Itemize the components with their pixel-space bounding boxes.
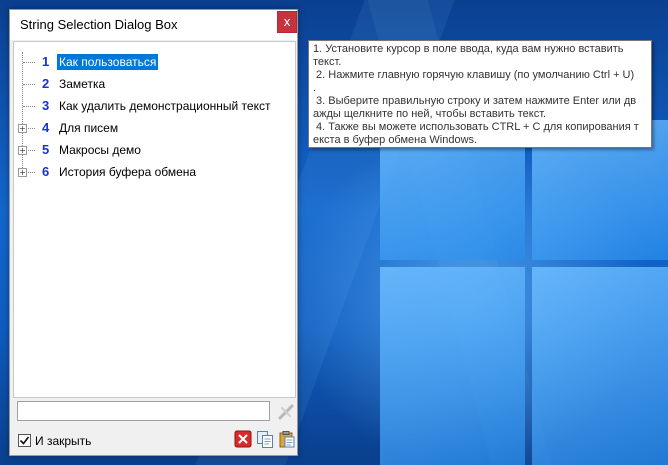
tree-item[interactable]: 3 Как удалить демонстрационный текст — [14, 96, 294, 116]
filter-input[interactable] — [17, 401, 270, 421]
tree-item-number: 3 — [42, 98, 50, 113]
string-tree[interactable]: 1 Как пользоваться 2 Заметка 3 Как удалить де… — [13, 41, 296, 398]
tree-item[interactable]: +4 Для писем — [14, 118, 294, 138]
help-tooltip: 1. Установите курсор в поле ввода, куда … — [308, 40, 652, 148]
tree-connector — [23, 84, 35, 85]
tooltip-line: . — [313, 82, 317, 94]
tree-item[interactable]: 1 Как пользоваться — [14, 52, 294, 72]
tree-item[interactable]: +5 Макросы демо — [14, 140, 294, 160]
tooltip-line: 4. Также вы можете использовать CTRL + C… — [313, 121, 639, 133]
tooltip-line: ажды щелкните по ней, чтобы вставить тек… — [313, 108, 547, 120]
delete-icon[interactable] — [234, 430, 252, 448]
tooltip-line: 2. Нажмите главную горячую клавишу (по у… — [313, 69, 635, 81]
tooltip-line: текст. — [313, 56, 342, 68]
tree-item-number: 2 — [42, 76, 50, 91]
tree-connector — [23, 106, 35, 107]
tree-item-label: Как пользоваться — [57, 54, 159, 70]
tree-item[interactable]: +6 История буфера обмена — [14, 162, 294, 182]
tree-item-number: 5 — [42, 142, 50, 157]
tooltip-line: 3. Выберите правильную строку и затем на… — [313, 95, 637, 107]
tree-item-label: Как удалить демонстрационный текст — [59, 99, 271, 113]
tree-connector — [23, 62, 35, 63]
and-close-checkbox[interactable] — [18, 434, 31, 447]
expand-icon[interactable]: + — [18, 124, 27, 133]
dialog-titlebar: String Selection Dialog Box x — [10, 10, 297, 40]
windows-logo — [370, 120, 668, 465]
string-selection-dialog: String Selection Dialog Box x 1 Как польз… — [9, 9, 298, 456]
tree-item-label: Макросы демо — [59, 143, 141, 157]
close-icon: x — [283, 15, 291, 29]
tree-item[interactable]: 2 Заметка — [14, 74, 294, 94]
clear-input-icon[interactable] — [276, 402, 296, 422]
dialog-title: String Selection Dialog Box — [20, 17, 178, 32]
tree-item-label: Заметка — [59, 77, 106, 91]
expand-icon[interactable]: + — [18, 146, 27, 155]
expand-icon[interactable]: + — [18, 168, 27, 177]
tree-item-number: 1 — [42, 54, 50, 69]
tree-item-label: Для писем — [59, 121, 119, 135]
tree-item-number: 4 — [42, 120, 50, 135]
checkmark-icon — [19, 436, 30, 445]
tooltip-line: 1. Установите курсор в поле ввода, куда … — [313, 43, 624, 55]
tree-item-label: История буфера обмена — [59, 165, 197, 179]
paste-icon[interactable] — [278, 430, 296, 448]
tooltip-line: екста в буфер обмена Windows. — [313, 134, 478, 146]
close-button[interactable]: x — [277, 11, 297, 33]
tree-item-number: 6 — [42, 164, 50, 179]
copy-icon[interactable] — [256, 430, 274, 448]
and-close-label: И закрыть — [35, 434, 92, 448]
